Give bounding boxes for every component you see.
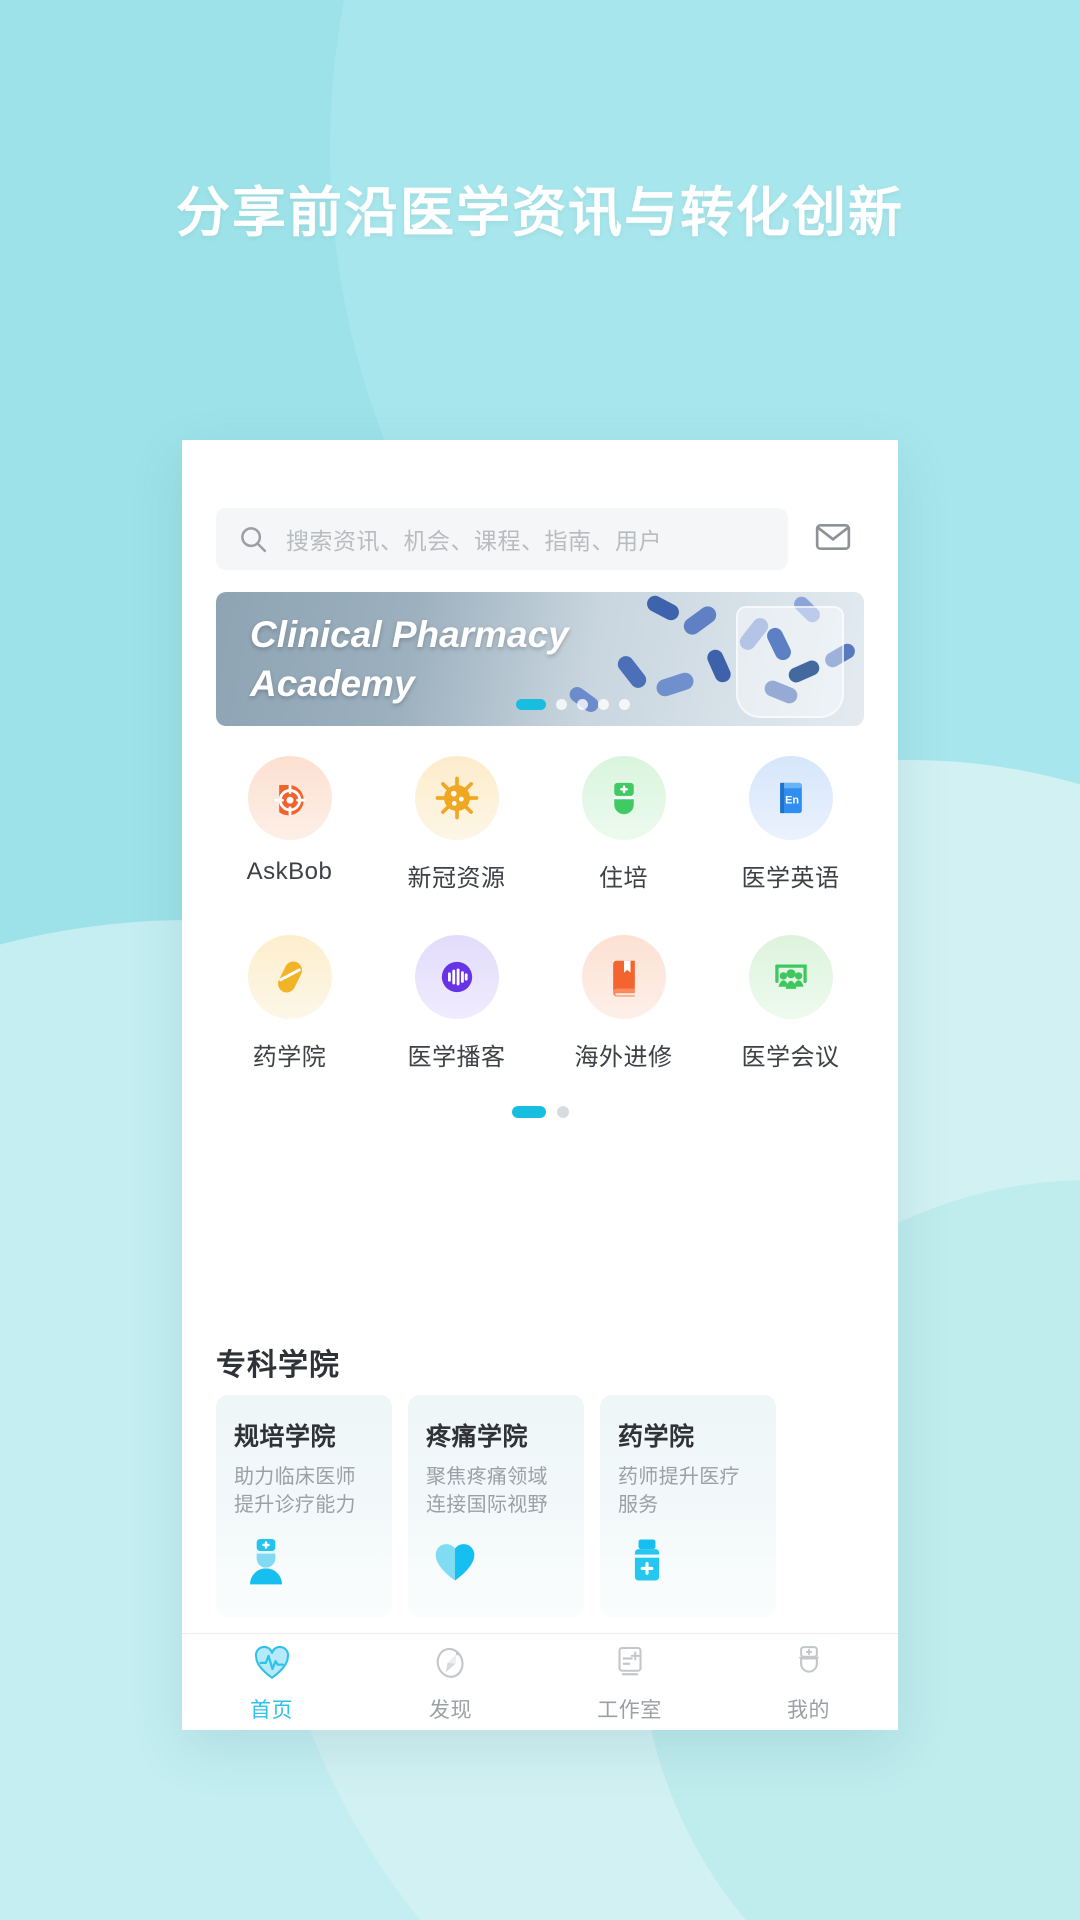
svg-text:En: En	[785, 794, 799, 806]
banner-dot-1[interactable]	[516, 699, 546, 710]
nurse-icon	[581, 756, 666, 840]
academy-card-regupei[interactable]: 规培学院 助力临床医师提升诊疗能力	[216, 1395, 392, 1617]
book-en-icon: En	[748, 756, 833, 840]
grid-dot-2[interactable]	[556, 1106, 569, 1118]
medicine-bottle-icon	[618, 1531, 682, 1595]
compass-icon	[430, 1641, 472, 1688]
phone-mockup: 搜索资讯、机会、课程、指南、用户 Clinical Pharmacy Acade…	[182, 440, 898, 1730]
quick-entry-overseas-study[interactable]: 海外进修	[540, 935, 707, 1072]
virus-icon	[414, 756, 499, 840]
podcast-icon	[414, 935, 499, 1019]
banner-dot-2[interactable]	[556, 699, 567, 710]
quick-entry-label: AskBob	[246, 858, 333, 885]
quick-entry-label: 住培	[599, 865, 648, 892]
quick-entry-label: 医学英语	[741, 865, 840, 892]
academy-card-title: 药学院	[618, 1423, 695, 1451]
academy-section-title: 专科学院	[216, 1349, 340, 1382]
quick-entry-label: 医学会议	[741, 1044, 840, 1071]
quick-entry-conference[interactable]: 医学会议	[707, 935, 874, 1072]
doctor-icon	[788, 1641, 830, 1688]
quick-entry-label: 海外进修	[574, 1044, 673, 1071]
target-icon	[247, 756, 332, 840]
quick-entry-grid: AskBob 新冠资源 住培 En 医学英语 药学院 医学播客 海外进修 医学会…	[206, 756, 874, 1118]
search-input[interactable]: 搜索资讯、机会、课程、指南、用户	[216, 508, 788, 570]
academy-card-list: 规培学院 助力临床医师提升诊疗能力 疼痛学院 聚焦疼痛领域连接国际视野 药学院 …	[216, 1395, 876, 1617]
tab-mine[interactable]: 我的	[719, 1641, 898, 1724]
mail-button[interactable]	[802, 508, 864, 570]
quick-entry-label: 医学播客	[407, 1044, 506, 1071]
academy-card-desc: 助力临床医师提升诊疗能力	[234, 1466, 356, 1516]
banner-dot-4[interactable]	[598, 699, 609, 710]
search-placeholder: 搜索资讯、机会、课程、指南、用户	[286, 528, 662, 554]
hero-banner-carousel[interactable]: Clinical Pharmacy Academy	[216, 592, 864, 726]
tab-home[interactable]: 首页	[182, 1641, 361, 1724]
tab-label: 发现	[429, 1698, 472, 1722]
hero-headline: 分享前沿医学资讯与转化创新	[176, 183, 904, 243]
quick-entry-label: 药学院	[252, 1044, 327, 1071]
heart-icon	[426, 1531, 490, 1595]
academy-card-pharmacy[interactable]: 药学院 药师提升医疗服务	[600, 1395, 776, 1617]
bottom-tab-bar: 首页 发现 工作室 我的	[182, 1633, 898, 1730]
academy-card-title: 疼痛学院	[426, 1423, 529, 1451]
banner-dot-3[interactable]	[577, 699, 588, 710]
academy-card-title: 规培学院	[234, 1423, 337, 1451]
banner-title-line2: Academy	[250, 663, 415, 704]
grid-pagination-dots[interactable]	[206, 1106, 874, 1118]
heart-pulse-icon	[251, 1641, 293, 1688]
quick-entry-residency[interactable]: 住培	[540, 756, 707, 893]
app-screen: 搜索资讯、机会、课程、指南、用户 Clinical Pharmacy Acade…	[182, 440, 898, 1730]
tab-label: 首页	[250, 1698, 293, 1722]
tab-workspace[interactable]: 工作室	[540, 1641, 719, 1724]
bookmark-book-icon	[581, 935, 666, 1019]
quick-entry-label: 新冠资源	[407, 865, 506, 892]
academy-card-desc: 聚焦疼痛领域连接国际视野	[426, 1466, 548, 1516]
conference-icon	[748, 935, 833, 1019]
banner-title: Clinical Pharmacy Academy	[250, 610, 714, 708]
banner-dot-5[interactable]	[619, 699, 630, 710]
quick-entry-covid[interactable]: 新冠资源	[373, 756, 540, 893]
quick-entry-pharmacy-academy[interactable]: 药学院	[206, 935, 373, 1072]
quick-entry-row-2: 药学院 医学播客 海外进修 医学会议	[206, 935, 874, 1072]
search-icon	[238, 524, 268, 554]
capsule-icon	[247, 935, 332, 1019]
quick-entry-row-1: AskBob 新冠资源 住培 En 医学英语	[206, 756, 874, 893]
quick-entry-askbob[interactable]: AskBob	[206, 756, 373, 893]
tab-label: 我的	[787, 1698, 830, 1722]
academy-card-desc: 药师提升医疗服务	[618, 1466, 740, 1516]
search-row: 搜索资讯、机会、课程、指南、用户	[216, 508, 864, 570]
mail-icon	[813, 517, 853, 562]
grid-dot-1[interactable]	[511, 1106, 546, 1118]
nurse-avatar-icon	[234, 1531, 298, 1595]
document-plus-icon	[609, 1641, 651, 1688]
quick-entry-medical-english[interactable]: En 医学英语	[707, 756, 874, 893]
banner-pagination-dots[interactable]	[516, 699, 630, 710]
tab-discover[interactable]: 发现	[361, 1641, 540, 1724]
tab-label: 工作室	[597, 1698, 662, 1722]
quick-entry-podcast[interactable]: 医学播客	[373, 935, 540, 1072]
banner-title-line1: Clinical Pharmacy	[250, 614, 569, 655]
academy-card-pain[interactable]: 疼痛学院 聚焦疼痛领域连接国际视野	[408, 1395, 584, 1617]
